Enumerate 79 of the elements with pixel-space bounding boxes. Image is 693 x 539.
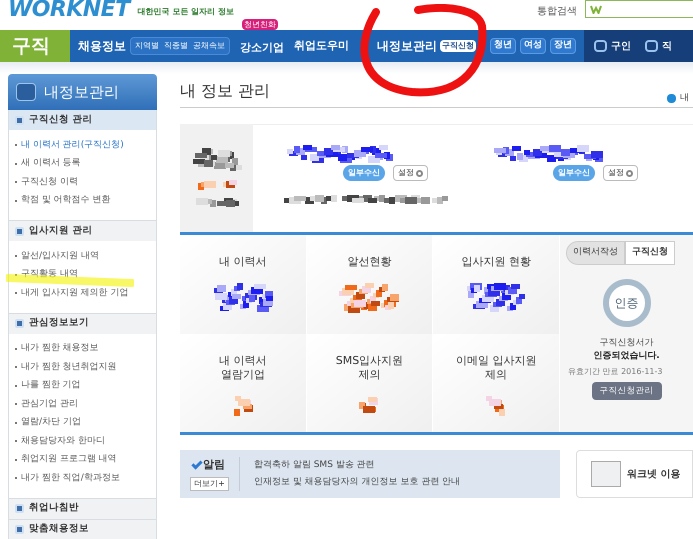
stat-card[interactable]: 내 이력서 열람기업: [180, 334, 307, 432]
stat-card[interactable]: 알선현황: [306, 235, 434, 334]
gear-icon: [416, 170, 423, 176]
nav-dark-link[interactable]: 직: [635, 30, 693, 62]
nav-pill[interactable]: 여성: [520, 38, 546, 54]
square-bullet-icon: [15, 504, 24, 513]
pixelated-redaction: [212, 283, 273, 313]
nav-link[interactable]: 채용정보: [78, 37, 126, 55]
status-text: 구직신청서가: [600, 336, 654, 350]
certified-seal: 인증: [602, 278, 650, 326]
sidebar-item[interactable]: 학점 및 어학점수 변환: [21, 194, 111, 208]
sidebar-item[interactable]: 취업지원 프로그램 내역: [21, 453, 117, 466]
step-tab[interactable]: 구직신청: [625, 241, 675, 264]
receive-badge: 일부수신: [553, 165, 595, 181]
sidebar-item[interactable]: 내게 입사지원 제의한 기업: [21, 286, 129, 300]
home-icon[interactable]: [667, 94, 676, 103]
stat-card[interactable]: 내 이력서: [180, 235, 307, 334]
sidebar-item[interactable]: 내가 찜한 청년취업지원: [21, 360, 117, 374]
gear-icon: [626, 170, 633, 176]
pixelated-redaction: [232, 396, 253, 416]
sub-nav-link[interactable]: 지역별: [135, 40, 159, 52]
pixelated-redaction: [196, 180, 236, 190]
sidebar-item[interactable]: 내가 찜한 직업/학과정보: [21, 472, 120, 485]
status-text: 인증되었습니다.: [593, 350, 660, 363]
nav-badge: 청년친화: [242, 19, 278, 30]
nav-dark-link[interactable]: 구인: [584, 30, 635, 62]
nav-link[interactable]: 취업도우미: [294, 38, 349, 54]
pixelated-redaction: [359, 396, 380, 416]
stat-card[interactable]: 이메일 입사지원 제의: [433, 334, 560, 432]
notice-title: 알림: [203, 456, 225, 473]
sidebar-item[interactable]: 나를 찜한 기업: [21, 379, 81, 392]
sidebar-title: 내정보관리: [44, 82, 119, 103]
stat-card[interactable]: 입사지원 현황: [433, 235, 560, 334]
square-bullet-icon: [15, 319, 24, 328]
square-bullet-icon: [15, 116, 24, 124]
pixelated-redaction: [339, 283, 400, 313]
search-label: 통합검색: [537, 5, 577, 19]
sub-nav-link[interactable]: 직종별: [164, 40, 188, 52]
sidebar-section-header[interactable]: 관심정보보기: [9, 314, 156, 334]
sidebar-section-header[interactable]: 구직신청 관리: [9, 110, 156, 130]
notice-link[interactable]: 합격축하 알림 SMS 발송 관련: [254, 459, 460, 472]
receive-badge: 일부수신: [343, 165, 385, 181]
sidebar-item[interactable]: 내 이력서 관리(구직신청): [21, 138, 124, 152]
pixelated-redaction: [466, 283, 526, 313]
search-field[interactable]: [585, 0, 693, 18]
nav-link[interactable]: 강소기업: [240, 41, 284, 54]
sidebar-item[interactable]: 알선/입사지원 내역: [21, 250, 99, 263]
sidebar-item[interactable]: 내가 찜한 채용정보: [21, 342, 99, 356]
nav-link[interactable]: 내정보관리: [377, 37, 437, 55]
breadcrumb[interactable]: 내: [680, 92, 689, 105]
nav-tag[interactable]: 구직신청: [440, 40, 476, 52]
page-title: 내 정보 관리: [180, 80, 270, 102]
pixelated-redaction: [192, 148, 242, 172]
notice-link[interactable]: 인재정보 및 채용담당자의 개인정보 보호 관련 안내: [254, 476, 460, 489]
pixelated-redaction: [486, 396, 506, 416]
expiry-text: 유효기간 만료 2016-11-3: [568, 366, 662, 378]
sidebar-item[interactable]: 관심기업 관리: [21, 398, 78, 411]
sidebar-section-header[interactable]: 취업나침반: [9, 498, 156, 518]
sidebar-item[interactable]: 구직신청 이력: [21, 176, 78, 189]
sidebar-section-header[interactable]: 맞춤채용정보: [9, 520, 156, 539]
more-button[interactable]: 더보기+: [190, 477, 229, 492]
sidebar-item[interactable]: 채용담당자와 한마디: [21, 434, 105, 448]
manage-button[interactable]: 구직신청관리: [592, 382, 662, 400]
nav-pill[interactable]: 청년: [490, 38, 516, 54]
square-bullet-icon: [15, 525, 24, 534]
worknet-logo[interactable]: WORKNET: [8, 0, 130, 20]
square-bullet-icon: [15, 226, 24, 236]
step-tab[interactable]: 이력서작성: [566, 241, 625, 264]
sidebar-section-header[interactable]: 입사지원 관리: [9, 221, 156, 241]
nav-pill[interactable]: 장년: [550, 38, 576, 54]
sidebar-item[interactable]: 새 이력서 등록: [21, 157, 81, 170]
settings-button[interactable]: 설정: [393, 165, 428, 181]
stat-card[interactable]: SMS입사지원 제의: [306, 334, 434, 432]
tagline: 대한민국 모든 일자리 정보: [138, 6, 234, 18]
settings-button[interactable]: 설정: [603, 165, 638, 181]
sub-nav-link[interactable]: 공채속보: [193, 40, 225, 52]
search-logo-icon: [590, 4, 602, 14]
sidebar-item[interactable]: 열람/차단 기업: [21, 416, 81, 430]
promo-card[interactable]: 워크넷 이용: [576, 450, 693, 498]
